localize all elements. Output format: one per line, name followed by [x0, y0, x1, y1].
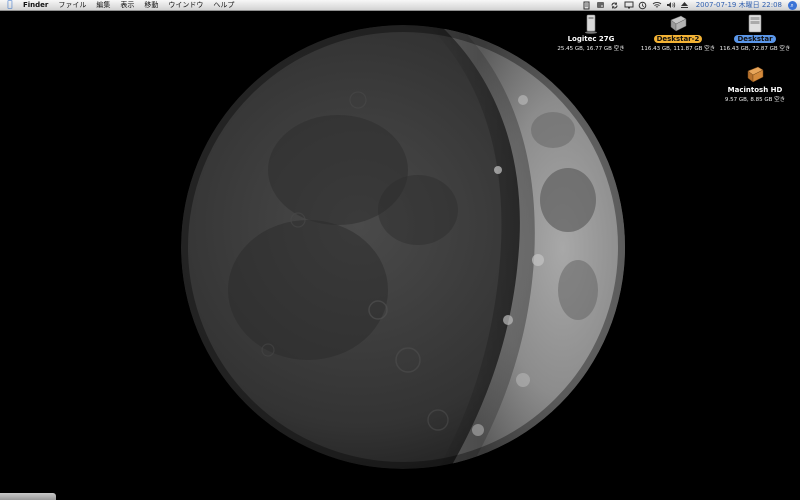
- mac-pro-icon: [745, 14, 765, 34]
- hard-drive-icon: [745, 65, 765, 85]
- sync-icon[interactable]: [609, 0, 621, 11]
- menu-edit[interactable]: 編集: [91, 0, 115, 11]
- apple-icon[interactable]: : [2, 0, 18, 11]
- menu-finder[interactable]: Finder: [18, 0, 53, 11]
- desktop-icon-info: 116.43 GB, 111.87 GB 空き: [640, 46, 716, 52]
- menubar-clock[interactable]: 2007-07-19 木曜日 22:08: [692, 0, 786, 11]
- desktop-icon-name: Deskstar-2: [653, 35, 703, 43]
- hard-drive-icon: [668, 14, 688, 34]
- external-drive-icon: [581, 14, 601, 34]
- moon-wallpaper: [178, 20, 628, 475]
- menu-go[interactable]: 移動: [139, 0, 163, 11]
- desktop-icon-name: Macintosh HD: [727, 86, 783, 94]
- desktop-icon-info: 25.45 GB, 16.77 GB 空き: [557, 46, 625, 52]
- desktop-icon-logitec[interactable]: Logitec 27G 25.45 GB, 16.77 GB 空き: [551, 14, 631, 52]
- script-menu-icon[interactable]: [581, 0, 593, 11]
- dock-edge[interactable]: [0, 493, 56, 500]
- menu-window[interactable]: ウインドウ: [163, 0, 208, 11]
- display-icon[interactable]: [623, 0, 635, 11]
- menu-file[interactable]: ファイル: [53, 0, 91, 11]
- eject-icon[interactable]: [679, 0, 691, 11]
- desktop-icon-name: Deskstar: [734, 35, 776, 43]
- time-machine-icon[interactable]: [637, 0, 649, 11]
- desktop-icon-deskstar[interactable]: Deskstar 116.43 GB, 72.87 GB 空き: [715, 14, 795, 52]
- wifi-icon[interactable]: [651, 0, 663, 11]
- spotlight-icon[interactable]: ⌕: [786, 0, 798, 11]
- menu-help[interactable]: ヘルプ: [208, 0, 239, 11]
- desktop-icon-name: Logitec 27G: [567, 35, 615, 43]
- menu-bar:  Finder ファイル 編集 表示 移動 ウインドウ ヘルプ 2007-07…: [0, 0, 800, 11]
- desktop-icon-macintosh-hd[interactable]: Macintosh HD 9.57 GB, 8.85 GB 空き: [715, 65, 795, 103]
- volume-icon[interactable]: [665, 0, 677, 11]
- desktop-icon-deskstar-2[interactable]: Deskstar-2 116.43 GB, 111.87 GB 空き: [638, 14, 718, 52]
- menu-view[interactable]: 表示: [115, 0, 139, 11]
- disk-icon[interactable]: [595, 0, 607, 11]
- desktop-icon-info: 9.57 GB, 8.85 GB 空き: [724, 97, 786, 103]
- desktop-icon-info: 116.43 GB, 72.87 GB 空き: [719, 46, 791, 52]
